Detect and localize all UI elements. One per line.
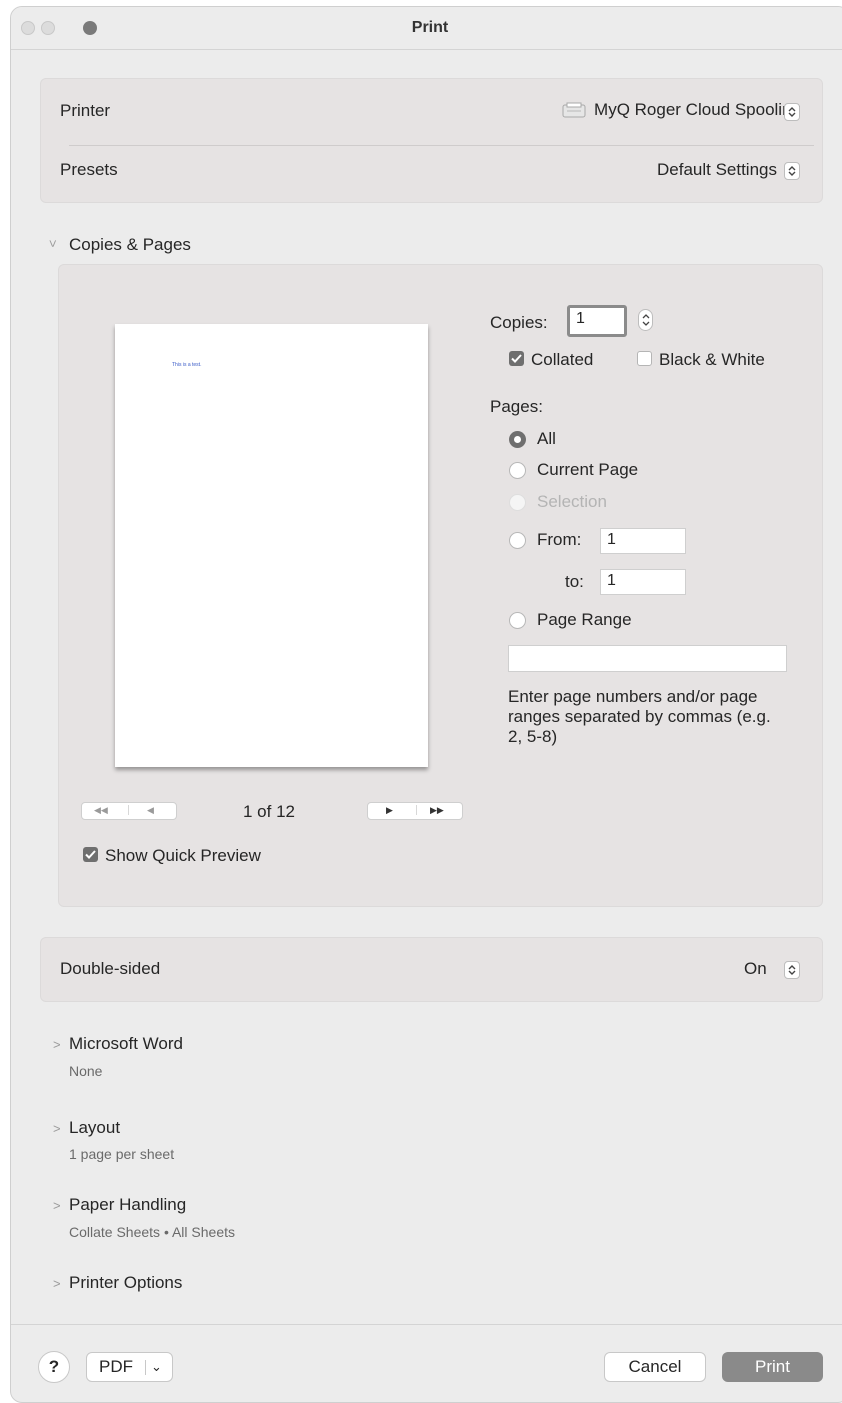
printer-presets-group [40, 78, 823, 203]
print-button[interactable]: Print [722, 1352, 823, 1382]
title-bar: Print [11, 7, 842, 50]
help-button[interactable]: ? [38, 1351, 70, 1383]
double-sided-popup-arrows-icon[interactable] [784, 961, 800, 979]
next-page-icon: ▶ [386, 805, 393, 815]
printer-icon [562, 102, 586, 118]
copies-pages-section-title[interactable]: Copies & Pages [69, 235, 191, 255]
divider [145, 1360, 146, 1375]
pdf-label: PDF [99, 1357, 133, 1376]
window-title: Print [411, 19, 449, 36]
printer-select[interactable]: MyQ Roger Cloud Spooling [562, 100, 801, 120]
first-previous-page-buttons[interactable]: ◀◀ ◀ [81, 802, 177, 820]
show-quick-preview-label[interactable]: Show Quick Preview [105, 846, 261, 866]
collated-checkbox[interactable] [509, 351, 524, 366]
pages-range-label[interactable]: Page Range [537, 610, 632, 630]
print-dialog: Print Printer MyQ Roger Cloud Spooling P… [10, 6, 842, 1403]
section-paper-handling-subtitle: Collate Sheets • All Sheets [69, 1224, 235, 1240]
presets-label: Presets [60, 160, 118, 179]
chevron-down-icon: ⌄ [151, 1359, 162, 1374]
section-layout[interactable]: Layout [69, 1118, 120, 1138]
presets-select[interactable]: Default Settings [657, 160, 777, 180]
section-microsoft-word-subtitle: None [69, 1063, 103, 1079]
pages-current-label[interactable]: Current Page [537, 460, 638, 480]
printer-popup-arrows-icon[interactable] [784, 103, 800, 121]
printer-label: Printer [60, 101, 111, 120]
double-sided-select[interactable]: On [744, 959, 767, 979]
pages-range-radio[interactable] [509, 612, 526, 629]
page-indicator: 1 of 12 [243, 802, 295, 821]
from-input[interactable]: 1 [600, 528, 686, 554]
pages-to-label: to: [565, 572, 584, 591]
cancel-button[interactable]: Cancel [604, 1352, 706, 1382]
footer-divider [11, 1324, 842, 1325]
last-page-icon: ▶▶ [430, 805, 444, 815]
to-input[interactable]: 1 [600, 569, 686, 595]
section-paper-handling[interactable]: Paper Handling [69, 1195, 186, 1215]
previous-page-icon: ◀ [147, 805, 154, 815]
chevron-right-icon[interactable]: > [53, 1037, 61, 1052]
black-white-checkbox[interactable] [637, 351, 652, 366]
divider [128, 805, 129, 815]
preview-text: This is a test. [172, 362, 202, 368]
chevron-right-icon[interactable]: > [53, 1198, 61, 1213]
page-range-hint: Enter page numbers and/or page ranges se… [508, 687, 771, 746]
section-layout-subtitle: 1 page per sheet [69, 1146, 175, 1162]
chevron-right-icon[interactable]: > [53, 1121, 61, 1136]
pages-label: Pages: [490, 397, 543, 416]
black-white-label[interactable]: Black & White [659, 350, 765, 370]
page-range-input[interactable] [508, 645, 787, 672]
copies-stepper[interactable] [638, 309, 653, 331]
collated-label[interactable]: Collated [531, 350, 593, 370]
checkmark-icon [85, 850, 96, 859]
first-page-icon: ◀◀ [94, 805, 108, 815]
show-quick-preview-checkbox[interactable] [83, 847, 98, 862]
pdf-menu-button[interactable]: PDF ⌄ [86, 1352, 173, 1382]
pages-selection-radio [509, 494, 526, 511]
pages-from-label[interactable]: From: [537, 530, 581, 550]
section-microsoft-word[interactable]: Microsoft Word [69, 1034, 183, 1054]
copies-input[interactable]: 1 [567, 305, 627, 337]
next-last-page-buttons[interactable]: ▶ ▶▶ [367, 802, 463, 820]
pages-all-label[interactable]: All [537, 429, 556, 449]
divider [69, 145, 814, 146]
divider [416, 805, 417, 815]
page-preview: This is a test. [115, 324, 428, 767]
pages-all-radio[interactable] [509, 431, 526, 448]
pages-selection-label: Selection [537, 492, 607, 511]
section-printer-options[interactable]: Printer Options [69, 1273, 182, 1293]
double-sided-label: Double-sided [60, 959, 161, 978]
chevron-right-icon[interactable]: > [53, 1276, 61, 1291]
printer-value: MyQ Roger Cloud Spooling [594, 100, 801, 119]
copies-label: Copies: [490, 313, 548, 332]
checkmark-icon [511, 354, 522, 363]
pages-from-radio[interactable] [509, 532, 526, 549]
presets-popup-arrows-icon[interactable] [784, 162, 800, 180]
pages-current-radio[interactable] [509, 462, 526, 479]
chevron-down-icon[interactable]: > [45, 240, 60, 248]
